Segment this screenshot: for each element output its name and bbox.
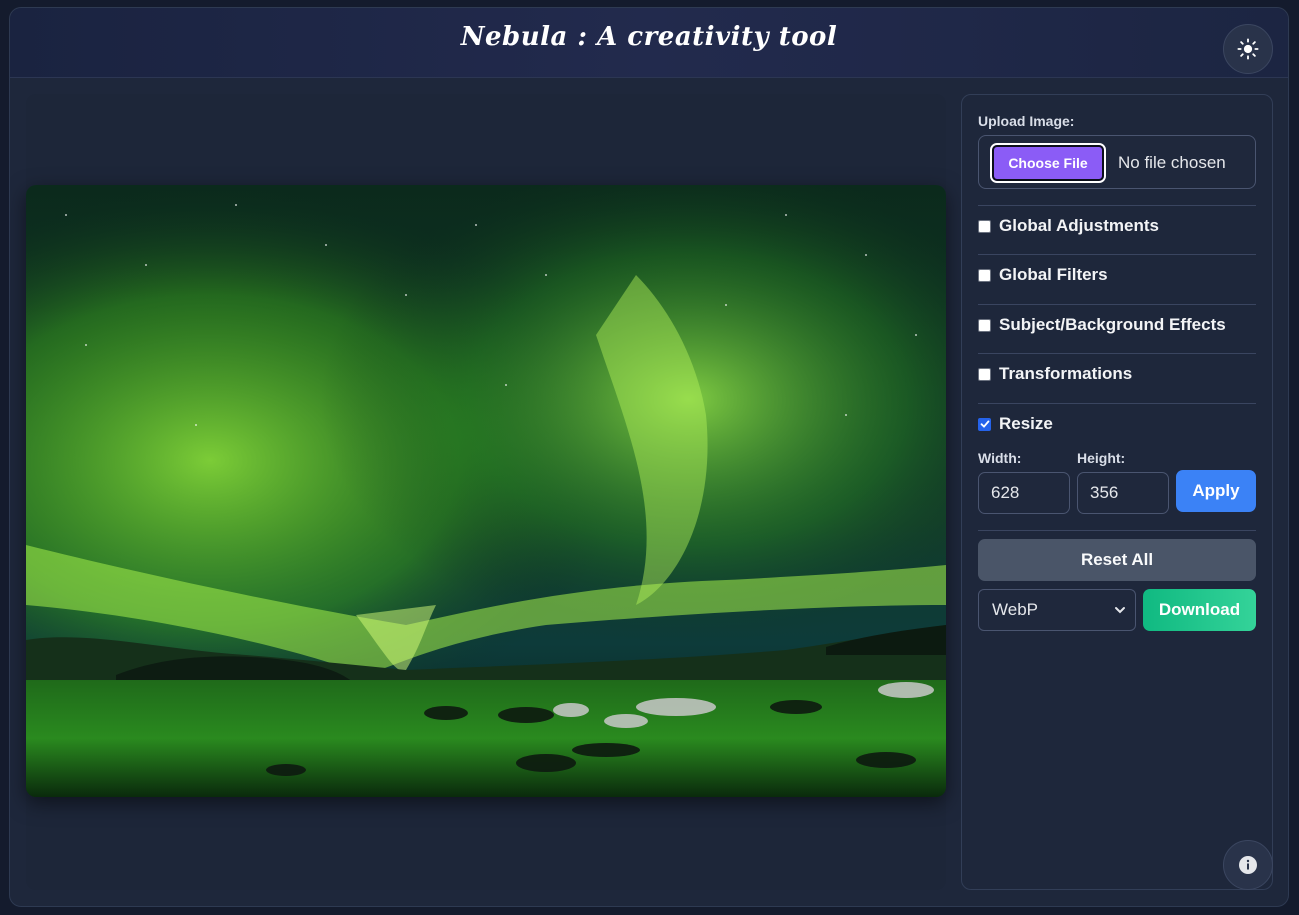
theme-toggle-button[interactable]: [1223, 24, 1273, 74]
divider: [978, 353, 1256, 354]
section-label: Global Adjustments: [999, 216, 1159, 235]
width-label: Width:: [978, 450, 1022, 466]
info-icon: [1239, 856, 1257, 874]
global-adjustments-checkbox[interactable]: [978, 219, 991, 233]
preview-image[interactable]: [26, 185, 946, 797]
upload-label: Upload Image:: [978, 113, 1075, 129]
check-icon: [980, 420, 989, 428]
divider: [978, 304, 1256, 305]
section-label: Transformations: [999, 364, 1133, 383]
section-label: Resize: [999, 414, 1053, 433]
divider: [978, 530, 1256, 531]
app-window: Nebula : A creativity tool Upload Image:…: [9, 7, 1289, 907]
format-selected-value: WebP: [992, 600, 1038, 619]
transformations-checkbox[interactable]: [978, 367, 991, 381]
section-global-filters[interactable]: Global Filters: [978, 263, 1108, 287]
reset-all-button[interactable]: Reset All: [978, 539, 1256, 581]
global-filters-checkbox[interactable]: [978, 268, 991, 282]
info-button[interactable]: [1223, 840, 1273, 890]
section-label: Subject/Background Effects: [999, 315, 1226, 334]
sun-icon: [1237, 38, 1259, 60]
section-resize[interactable]: Resize: [978, 412, 1053, 436]
subject-background-checkbox[interactable]: [978, 318, 991, 332]
choose-file-button[interactable]: Choose File: [990, 143, 1106, 183]
height-input[interactable]: 356: [1077, 472, 1169, 514]
file-status: No file chosen: [1118, 153, 1226, 172]
resize-checkbox[interactable]: [978, 417, 991, 431]
chevron-down-icon: [1115, 607, 1125, 614]
header: Nebula : A creativity tool: [10, 8, 1288, 78]
apply-resize-button[interactable]: Apply: [1176, 470, 1256, 512]
file-input[interactable]: Choose File No file chosen: [978, 135, 1256, 189]
app-title: Nebula : A creativity tool: [460, 22, 838, 52]
section-label: Global Filters: [999, 265, 1108, 284]
section-subject-background-effects[interactable]: Subject/Background Effects: [978, 313, 1226, 337]
download-button[interactable]: Download: [1143, 589, 1256, 631]
section-transformations[interactable]: Transformations: [978, 362, 1132, 386]
width-input[interactable]: 628: [978, 472, 1070, 514]
divider: [978, 403, 1256, 404]
format-select[interactable]: WebP: [978, 589, 1136, 631]
section-global-adjustments[interactable]: Global Adjustments: [978, 214, 1159, 238]
divider: [978, 254, 1256, 255]
height-label: Height:: [1077, 450, 1126, 466]
control-panel: Upload Image: Choose File No file chosen…: [961, 94, 1273, 890]
divider: [978, 205, 1256, 206]
aurora-photo: [26, 185, 946, 797]
